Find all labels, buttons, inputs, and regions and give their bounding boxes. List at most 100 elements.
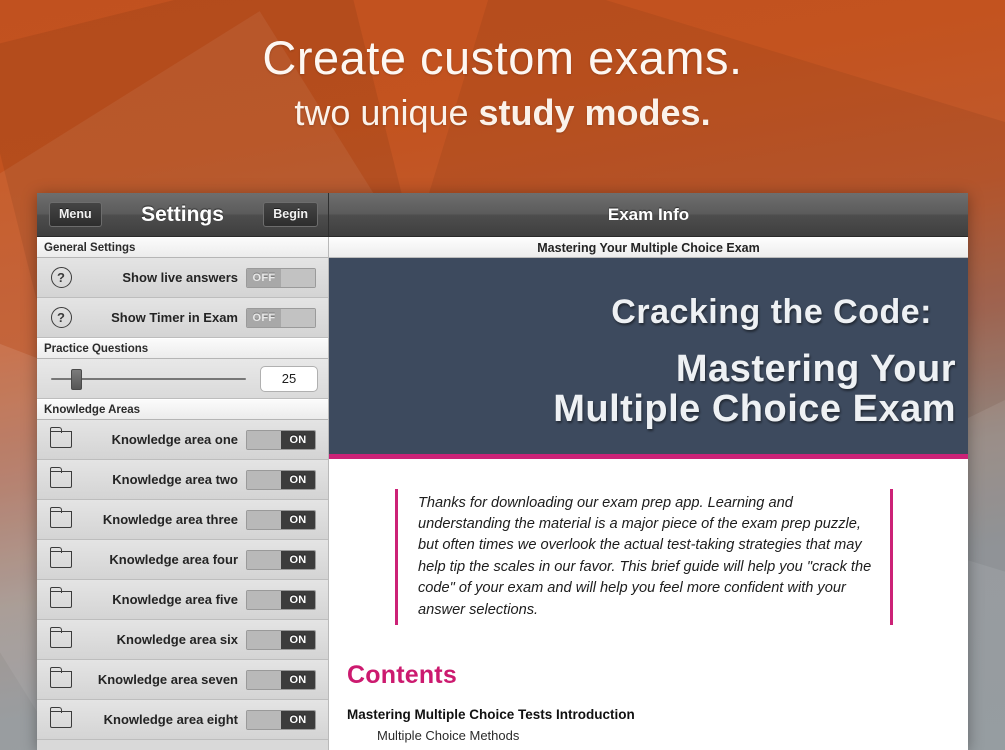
slider-thumb[interactable] (71, 368, 83, 390)
toggle-knowledge-area[interactable]: ON (246, 509, 316, 530)
document-hero-banner: Cracking the Code: Mastering Your Multip… (329, 258, 968, 459)
knowledge-area-row[interactable]: Knowledge area two ON (37, 460, 328, 500)
knowledge-area-label: Knowledge area three (102, 512, 238, 527)
knowledge-area-label: Knowledge area eight (103, 712, 238, 727)
knowledge-area-row[interactable]: Knowledge area one ON (37, 420, 328, 460)
document-subtitle: Mastering Your Multiple Choice Exam (329, 237, 968, 258)
knowledge-area-label: Knowledge area six (116, 632, 238, 647)
setting-row-show-timer-in-exam[interactable]: ? Show Timer in Exam OFF (37, 298, 328, 338)
knowledge-area-row[interactable]: Knowledge area four ON (37, 540, 328, 580)
toggle-knob (247, 550, 281, 569)
toggle-state-label: ON (281, 710, 315, 729)
setting-label: Show live answers (122, 270, 238, 285)
toggle-knob (247, 470, 281, 489)
folder-icon (49, 667, 72, 688)
toggle-knob (247, 670, 281, 689)
practice-questions-row[interactable]: 25 (37, 359, 328, 399)
toggle-state-label: ON (281, 510, 315, 529)
practice-questions-slider[interactable] (51, 368, 246, 390)
toggle-knowledge-area[interactable]: ON (246, 709, 316, 730)
toggle-knowledge-area[interactable]: ON (246, 429, 316, 450)
toggle-show-live-answers[interactable]: OFF (246, 267, 316, 288)
folder-icon (49, 427, 72, 448)
folder-icon (49, 507, 72, 528)
section-header-knowledge-areas: Knowledge Areas (37, 399, 328, 420)
folder-icon-cell (37, 587, 85, 608)
toggle-state-label: ON (281, 590, 315, 609)
toggle-knowledge-area[interactable]: ON (246, 589, 316, 610)
folder-icon-cell (37, 707, 85, 728)
app-navbar: Menu Settings Begin Exam Info (37, 193, 968, 237)
promo-headline-line2-bold: study modes. (478, 92, 711, 133)
section-header-practice-questions: Practice Questions (37, 338, 328, 359)
knowledge-area-label: Knowledge area one (111, 432, 238, 447)
hero-title-line1: Cracking the Code: (611, 293, 932, 331)
knowledge-area-row[interactable]: Knowledge area six ON (37, 620, 328, 660)
setting-row-show-live-answers[interactable]: ? Show live answers OFF (37, 258, 328, 298)
toc-entry-heading[interactable]: Mastering Multiple Choice Tests Introduc… (347, 707, 960, 722)
begin-button[interactable]: Begin (263, 202, 318, 227)
intro-quote: Thanks for downloading our exam prep app… (395, 488, 893, 626)
toggle-knob (247, 430, 281, 449)
app-window: Menu Settings Begin Exam Info General Se… (37, 193, 968, 750)
folder-icon-cell (37, 627, 85, 648)
knowledge-area-label: Knowledge area five (112, 592, 238, 607)
toggle-show-timer-in-exam[interactable]: OFF (246, 307, 316, 328)
folder-icon-cell (37, 507, 85, 528)
toggle-state-label: ON (281, 470, 315, 489)
promo-headline-line2-normal: two unique (294, 92, 479, 133)
knowledge-area-row[interactable]: Knowledge area eight ON (37, 700, 328, 740)
navbar-left-section: Menu Settings Begin (37, 193, 329, 236)
toc-entry-sub[interactable]: Multiple Choice Methods (377, 728, 960, 743)
hero-title-line3: Multiple Choice Exam (553, 388, 956, 431)
toggle-knowledge-area[interactable]: ON (246, 669, 316, 690)
folder-icon (49, 547, 72, 568)
toggle-state-label: ON (281, 550, 315, 569)
toggle-knowledge-area[interactable]: ON (246, 469, 316, 490)
toggle-knob (247, 590, 281, 609)
folder-icon (49, 467, 72, 488)
toggle-knowledge-area[interactable]: ON (246, 629, 316, 650)
toggle-state-label: OFF (247, 268, 281, 287)
practice-questions-value[interactable]: 25 (260, 365, 318, 392)
toggle-knowledge-area[interactable]: ON (246, 549, 316, 570)
document-scroll-area[interactable]: Cracking the Code: Mastering Your Multip… (329, 258, 968, 750)
help-icon-cell: ? (37, 267, 85, 288)
promo-headline-line1: Create custom exams. (262, 31, 743, 84)
toggle-state-label: ON (281, 630, 315, 649)
promo-headline-line2: two unique study modes. (0, 95, 1005, 131)
help-icon-cell: ? (37, 307, 85, 328)
folder-icon-cell (37, 467, 85, 488)
knowledge-area-label: Knowledge area seven (97, 672, 238, 687)
toggle-knob (281, 308, 315, 327)
toggle-knob (247, 630, 281, 649)
promo-headline: Create custom exams. two unique study mo… (0, 34, 1005, 131)
folder-icon-cell (37, 547, 85, 568)
folder-icon (49, 707, 72, 728)
toggle-state-label: OFF (247, 308, 281, 327)
toggle-knob (281, 268, 315, 287)
toggle-knob (247, 710, 281, 729)
toggle-state-label: ON (281, 670, 315, 689)
toggle-knob (247, 510, 281, 529)
contents-heading: Contents (347, 661, 457, 690)
folder-icon (49, 627, 72, 648)
question-mark-icon[interactable]: ? (50, 267, 72, 288)
navbar-right-section: Exam Info (329, 193, 968, 236)
folder-icon-cell (37, 427, 85, 448)
settings-panel[interactable]: General Settings ? Show live answers OFF… (37, 237, 329, 750)
setting-label: Show Timer in Exam (111, 310, 238, 325)
knowledge-area-row[interactable]: Knowledge area three ON (37, 500, 328, 540)
document-body: Thanks for downloading our exam prep app… (329, 488, 968, 743)
knowledge-area-label: Knowledge area two (112, 472, 238, 487)
section-header-general-settings: General Settings (37, 237, 328, 258)
menu-button[interactable]: Menu (49, 202, 102, 227)
knowledge-area-row[interactable]: Knowledge area five ON (37, 580, 328, 620)
hero-title-line2: Mastering Your (675, 348, 956, 391)
contents-list: Mastering Multiple Choice Tests Introduc… (347, 707, 960, 743)
folder-icon-cell (37, 667, 85, 688)
knowledge-area-row[interactable]: Knowledge area seven ON (37, 660, 328, 700)
exam-info-panel: Mastering Your Multiple Choice Exam Crac… (329, 237, 968, 750)
question-mark-icon[interactable]: ? (50, 307, 72, 328)
toggle-state-label: ON (281, 430, 315, 449)
